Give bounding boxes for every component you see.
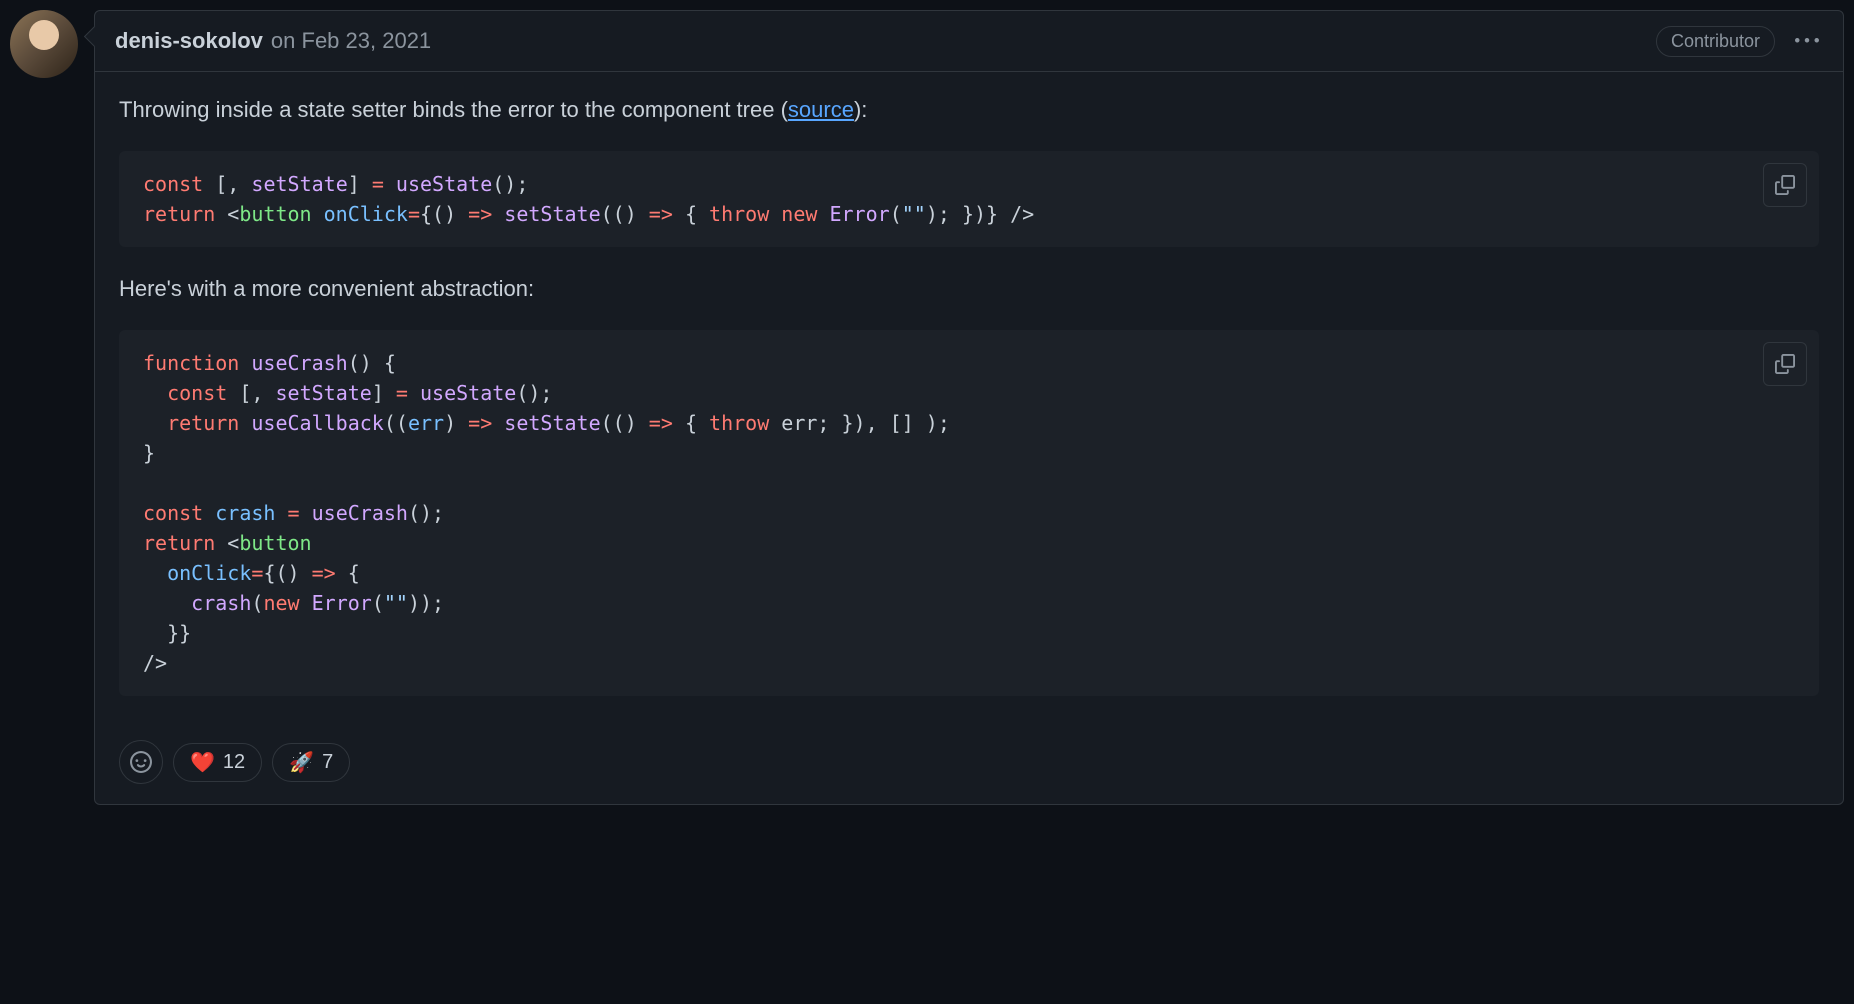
author-link[interactable]: denis-sokolov — [115, 28, 263, 54]
code-block-2: function useCrash() { const [, setState]… — [119, 330, 1819, 696]
avatar[interactable] — [10, 10, 78, 78]
header-left: denis-sokolov on Feb 23, 2021 — [115, 28, 431, 54]
rocket-icon: 🚀 — [289, 750, 314, 775]
code-content: function useCrash() { const [, setState]… — [143, 348, 1795, 678]
comment-header: denis-sokolov on Feb 23, 2021 Contributo… — [95, 11, 1843, 72]
reaction-heart[interactable]: ❤️ 12 — [173, 743, 262, 782]
copy-icon — [1775, 354, 1795, 374]
comment-box: denis-sokolov on Feb 23, 2021 Contributo… — [94, 10, 1844, 805]
reaction-count: 7 — [322, 751, 333, 774]
text: ): — [854, 97, 867, 122]
source-link[interactable]: source — [788, 97, 854, 122]
kebab-icon — [1795, 29, 1819, 53]
more-options-button[interactable] — [1791, 25, 1823, 57]
comment-container: denis-sokolov on Feb 23, 2021 Contributo… — [10, 10, 1844, 805]
add-reaction-button[interactable] — [119, 740, 163, 784]
reactions-bar: ❤️ 12 🚀 7 — [95, 740, 1843, 804]
smiley-icon — [130, 751, 152, 773]
paragraph-2: Here's with a more convenient abstractio… — [119, 271, 1819, 306]
copy-button[interactable] — [1763, 342, 1807, 386]
copy-icon — [1775, 175, 1795, 195]
comment-body: Throwing inside a state setter binds the… — [95, 72, 1843, 740]
paragraph-1: Throwing inside a state setter binds the… — [119, 92, 1819, 127]
header-right: Contributor — [1656, 25, 1823, 57]
code-block-1: const [, setState] = useState(); return … — [119, 151, 1819, 247]
copy-button[interactable] — [1763, 163, 1807, 207]
reaction-count: 12 — [223, 751, 245, 774]
code-content: const [, setState] = useState(); return … — [143, 169, 1795, 229]
timestamp: on Feb 23, 2021 — [271, 28, 431, 54]
reaction-rocket[interactable]: 🚀 7 — [272, 743, 350, 782]
text: Throwing inside a state setter binds the… — [119, 97, 788, 122]
heart-icon: ❤️ — [190, 750, 215, 775]
contributor-badge: Contributor — [1656, 26, 1775, 57]
